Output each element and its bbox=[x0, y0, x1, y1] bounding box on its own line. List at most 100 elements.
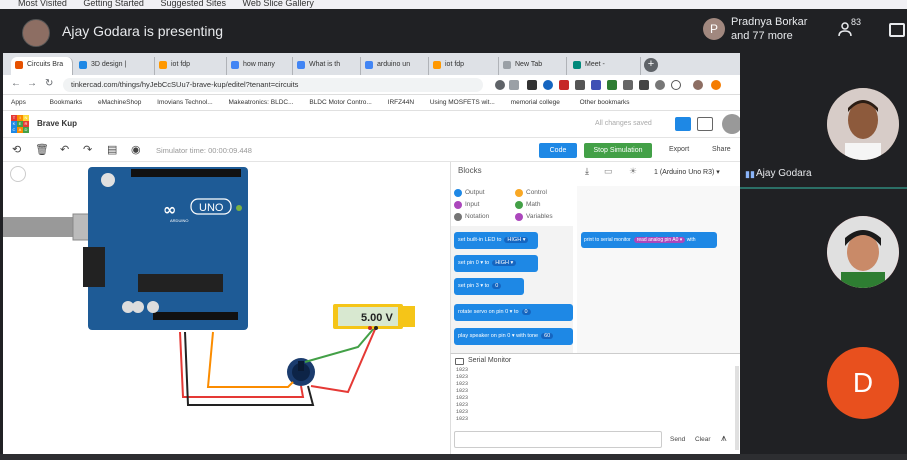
category-control[interactable]: Control bbox=[515, 189, 547, 197]
multimeter[interactable]: 5.00 V bbox=[333, 304, 415, 330]
serial-input[interactable] bbox=[454, 431, 662, 448]
print-serial-block[interactable]: print to serial monitor read analog pin A… bbox=[581, 232, 717, 248]
bookmark-bldc-motor[interactable]: BLDC Motor Contro... bbox=[309, 99, 372, 106]
print-icon[interactable]: ▭ bbox=[604, 166, 613, 177]
tab-circuits[interactable]: Circuits Bra bbox=[11, 57, 73, 75]
bookmark-apps[interactable]: Apps bbox=[11, 99, 26, 106]
bookmark-irfz44n[interactable]: IRFZ44N bbox=[388, 99, 414, 106]
block-arg[interactable]: HIGH ▾ bbox=[492, 260, 517, 266]
star-icon[interactable] bbox=[509, 80, 519, 90]
block-set-pin-high[interactable]: set pin 0 ▾ to HIGH ▾ bbox=[454, 255, 538, 272]
bookmark-web-slice-gallery[interactable]: Web Slice Gallery bbox=[243, 0, 314, 8]
participant-avatar-d[interactable]: D bbox=[827, 347, 899, 419]
extension-icon[interactable] bbox=[607, 80, 617, 90]
extension-icon[interactable] bbox=[559, 80, 569, 90]
tab-meet[interactable]: Meet - bbox=[569, 57, 641, 75]
graph-icon[interactable]: ⩚ bbox=[721, 433, 727, 444]
tab-how-many[interactable]: how many bbox=[227, 57, 293, 75]
category-notation[interactable]: Notation bbox=[454, 213, 489, 221]
back-icon[interactable]: ← bbox=[11, 78, 21, 89]
rotate-view-icon[interactable]: ⟲ bbox=[12, 143, 21, 156]
user-avatar[interactable] bbox=[722, 114, 742, 134]
block-arg[interactable]: 0 bbox=[492, 283, 502, 289]
block-rotate-servo[interactable]: rotate servo on pin 0 ▾ to 0 bbox=[454, 304, 573, 321]
bookmark-using-mosfets[interactable]: Using MOSFETS wit... bbox=[430, 99, 495, 106]
serial-line: 1023 bbox=[456, 381, 469, 387]
block-arg[interactable]: 60 bbox=[541, 333, 554, 339]
circuit-canvas[interactable]: ∞ UNO ARDUINO 5.00 V bbox=[3, 162, 450, 454]
extension-icon[interactable] bbox=[527, 80, 537, 90]
category-math[interactable]: Math bbox=[515, 201, 541, 209]
url-field[interactable]: tinkercad.com/things/hyJebCcSUu7-brave-k… bbox=[63, 78, 483, 92]
profile-avatar-icon[interactable] bbox=[693, 80, 703, 90]
category-input[interactable]: Input bbox=[454, 201, 479, 209]
code-workspace[interactable]: print to serial monitor read analog pin A… bbox=[577, 186, 854, 353]
code-button[interactable]: Code bbox=[539, 143, 577, 158]
extension-icon[interactable] bbox=[639, 80, 649, 90]
extension-icon[interactable] bbox=[623, 80, 633, 90]
tab-arduino-uno[interactable]: arduino un bbox=[361, 57, 429, 75]
fit-view-icon[interactable] bbox=[10, 166, 26, 182]
tab-iot-fdp-2[interactable]: iot fdp bbox=[429, 57, 499, 75]
page-favicon-icon bbox=[433, 61, 441, 69]
tab-iot-fdp[interactable]: iot fdp bbox=[155, 57, 227, 75]
category-variables[interactable]: Variables bbox=[515, 213, 553, 221]
redo-icon[interactable]: ↷ bbox=[83, 143, 92, 156]
reload-icon[interactable]: ↻ bbox=[45, 78, 53, 89]
debug-icon[interactable]: ☀ bbox=[629, 166, 637, 177]
screen: Most Visited Getting Started Suggested S… bbox=[0, 0, 907, 460]
block-set-pin-value[interactable]: set pin 3 ▾ to 0 bbox=[454, 278, 524, 295]
bookmark-most-visited[interactable]: Most Visited bbox=[18, 0, 67, 8]
schematic-view-button[interactable] bbox=[697, 117, 713, 131]
extension-icon[interactable] bbox=[655, 80, 665, 90]
search-icon[interactable] bbox=[495, 80, 505, 90]
extension-icon[interactable] bbox=[543, 80, 553, 90]
bookmark-emachineshop[interactable]: eMachineShop bbox=[98, 99, 141, 106]
download-icon[interactable]: ⤓ bbox=[585, 166, 589, 177]
bookmark-other[interactable]: Other bookmarks bbox=[580, 99, 630, 106]
extension-icon[interactable] bbox=[575, 80, 585, 90]
bookmark-getting-started[interactable]: Getting Started bbox=[83, 0, 144, 8]
block-arg[interactable]: read analog pin A0 ▾ bbox=[633, 237, 686, 243]
delete-icon[interactable]: 🗑 bbox=[35, 143, 49, 156]
new-tab-button[interactable]: + bbox=[644, 58, 658, 72]
bookmark-suggested-sites[interactable]: Suggested Sites bbox=[160, 0, 226, 8]
export-button[interactable]: Export bbox=[669, 146, 689, 153]
google-favicon-icon bbox=[297, 61, 305, 69]
participant-video-2[interactable] bbox=[827, 216, 899, 288]
block-play-speaker[interactable]: play speaker on pin 0 ▾ with tone 60 bbox=[454, 328, 573, 345]
device-selector[interactable]: 1 (Arduino Uno R3) ▾ bbox=[654, 168, 720, 176]
bookmark-imovians[interactable]: Imovians Technol... bbox=[157, 99, 213, 106]
clear-button[interactable]: Clear bbox=[695, 436, 711, 443]
bookmark-bookmarks[interactable]: Bookmarks bbox=[50, 99, 83, 106]
serial-line: 1023 bbox=[456, 409, 469, 415]
block-arg[interactable]: HIGH ▾ bbox=[504, 237, 529, 243]
participant-video-ajay[interactable] bbox=[827, 88, 899, 160]
category-output[interactable]: Output bbox=[454, 189, 485, 197]
notes-icon[interactable]: ▤ bbox=[107, 143, 117, 156]
share-button[interactable]: Share bbox=[712, 146, 731, 153]
stop-simulation-button[interactable]: Stop Simulation bbox=[584, 143, 652, 158]
potentiometer[interactable] bbox=[287, 358, 315, 386]
tab-what-is[interactable]: What is th bbox=[293, 57, 361, 75]
tinkercad-logo[interactable]: T I N K E R C A D bbox=[11, 115, 29, 133]
serial-scrollbar[interactable] bbox=[735, 366, 739, 450]
forward-icon[interactable]: → bbox=[27, 78, 37, 89]
project-name[interactable]: Brave Kup bbox=[37, 119, 77, 128]
tab-new-tab[interactable]: New Tab bbox=[499, 57, 567, 75]
update-icon[interactable] bbox=[711, 80, 721, 90]
send-button[interactable]: Send bbox=[670, 436, 685, 443]
undo-icon[interactable]: ↶ bbox=[60, 143, 69, 156]
extension-icon[interactable] bbox=[591, 80, 601, 90]
arduino-board[interactable]: ∞ UNO ARDUINO bbox=[83, 167, 248, 330]
tab-3d-design[interactable]: 3D design | bbox=[75, 57, 155, 75]
block-arg[interactable]: 0 bbox=[521, 309, 531, 315]
bookmark-memorial-college[interactable]: memorial college bbox=[511, 99, 560, 106]
category-label: Math bbox=[526, 201, 541, 208]
chat-icon[interactable] bbox=[889, 23, 905, 37]
extension-icon[interactable] bbox=[671, 80, 681, 90]
visibility-icon[interactable]: ◉ bbox=[131, 143, 141, 156]
circuit-view-button[interactable] bbox=[675, 117, 691, 131]
bookmark-makeatronics[interactable]: Makeatronics: BLDC... bbox=[229, 99, 294, 106]
block-set-builtin-led[interactable]: set built-in LED to HIGH ▾ bbox=[454, 232, 538, 249]
